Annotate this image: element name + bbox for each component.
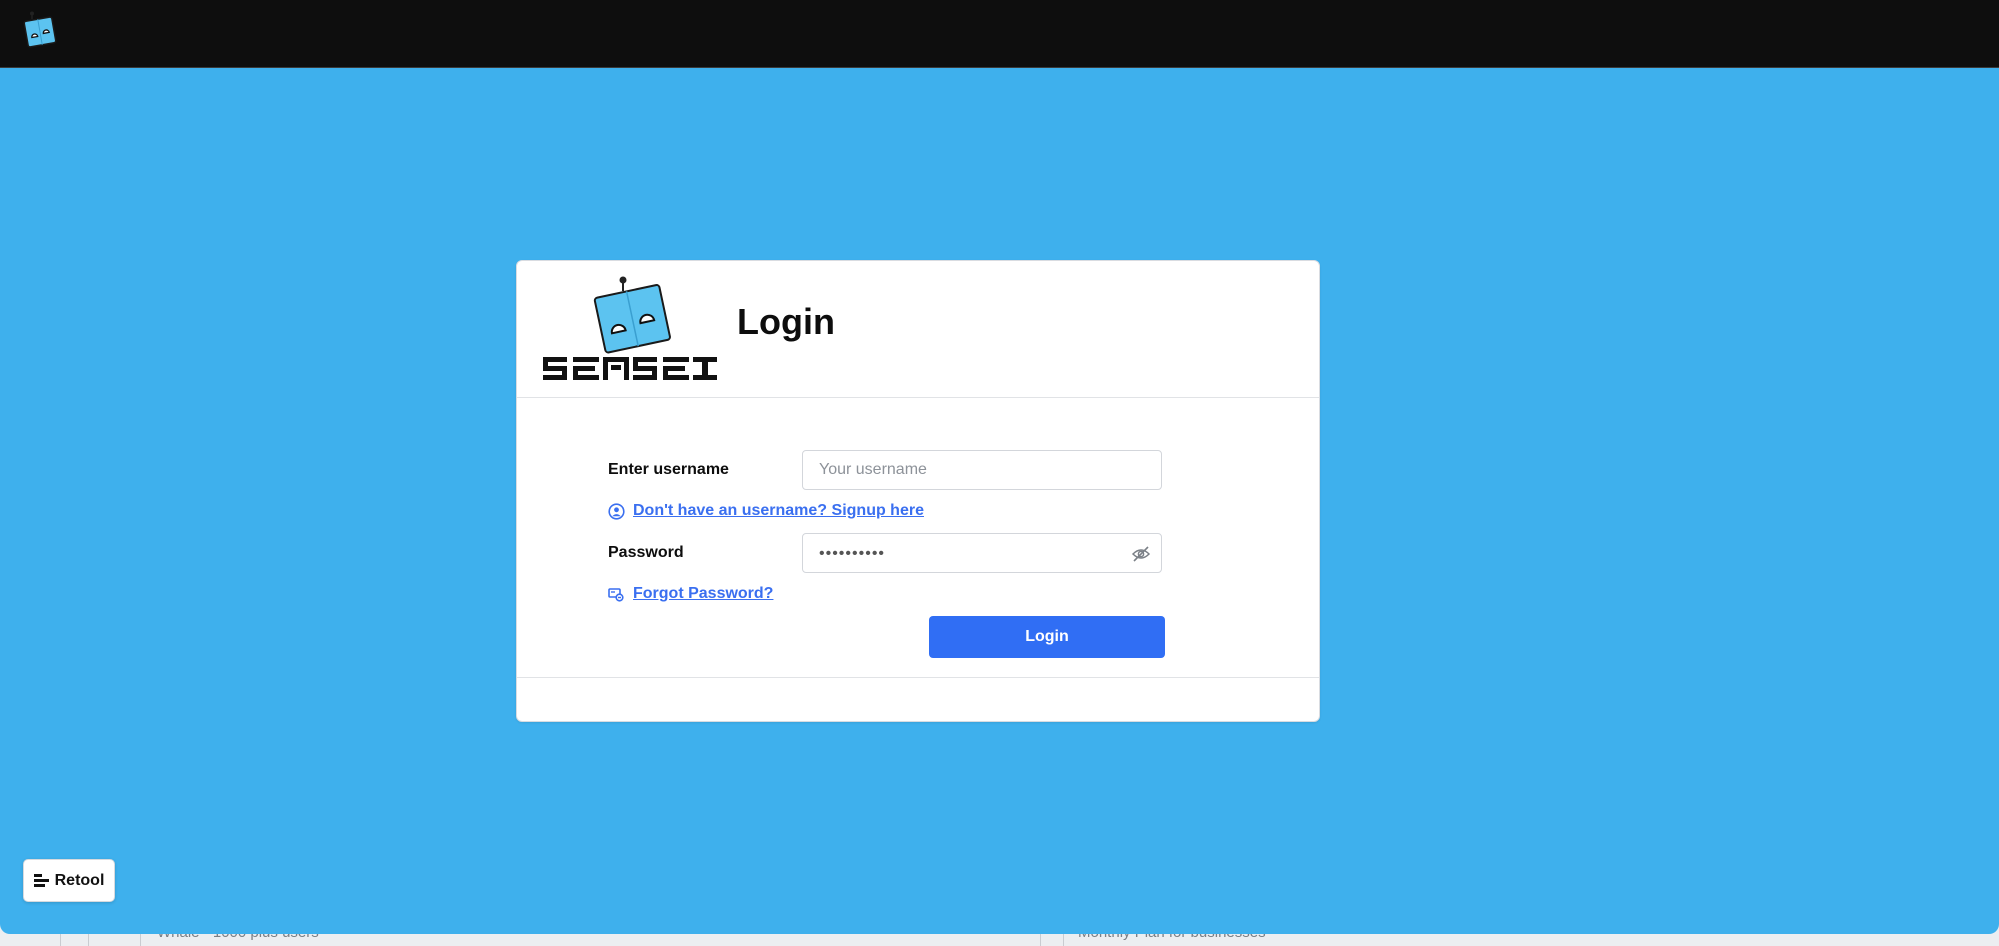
- card-footer-divider: [517, 677, 1319, 678]
- robot-head-icon[interactable]: [20, 10, 60, 50]
- username-label: Enter username: [608, 461, 729, 478]
- retool-logo-icon: [33, 874, 49, 887]
- login-button[interactable]: Login: [929, 616, 1165, 658]
- username-field-container: [802, 450, 1162, 490]
- login-card: Login Enter username Don't have an usern…: [516, 260, 1320, 722]
- user-circle-icon: [608, 502, 625, 520]
- signup-link-row: Don't have an username? Signup here: [608, 502, 924, 520]
- robot-head-icon: [593, 276, 671, 354]
- forgot-link-row: Forgot Password?: [608, 585, 773, 603]
- retool-badge-label: Retool: [54, 871, 105, 889]
- password-label: Password: [608, 544, 684, 561]
- retool-badge[interactable]: Retool: [23, 859, 115, 902]
- username-input[interactable]: [819, 451, 1119, 489]
- page-title: Login: [737, 301, 835, 342]
- eye-off-icon[interactable]: [1131, 544, 1151, 564]
- sensei-wordmark: [543, 357, 717, 380]
- password-masked-value: ••••••••••: [819, 545, 886, 562]
- card-header: Login: [517, 261, 1319, 398]
- forgot-password-link[interactable]: Forgot Password?: [633, 585, 773, 603]
- sensei-logo: [543, 276, 717, 380]
- password-field[interactable]: ••••••••••: [802, 533, 1162, 573]
- signup-link[interactable]: Don't have an username? Signup here: [633, 502, 924, 520]
- id-card-key-icon: [608, 587, 624, 602]
- top-bar: [0, 0, 1999, 68]
